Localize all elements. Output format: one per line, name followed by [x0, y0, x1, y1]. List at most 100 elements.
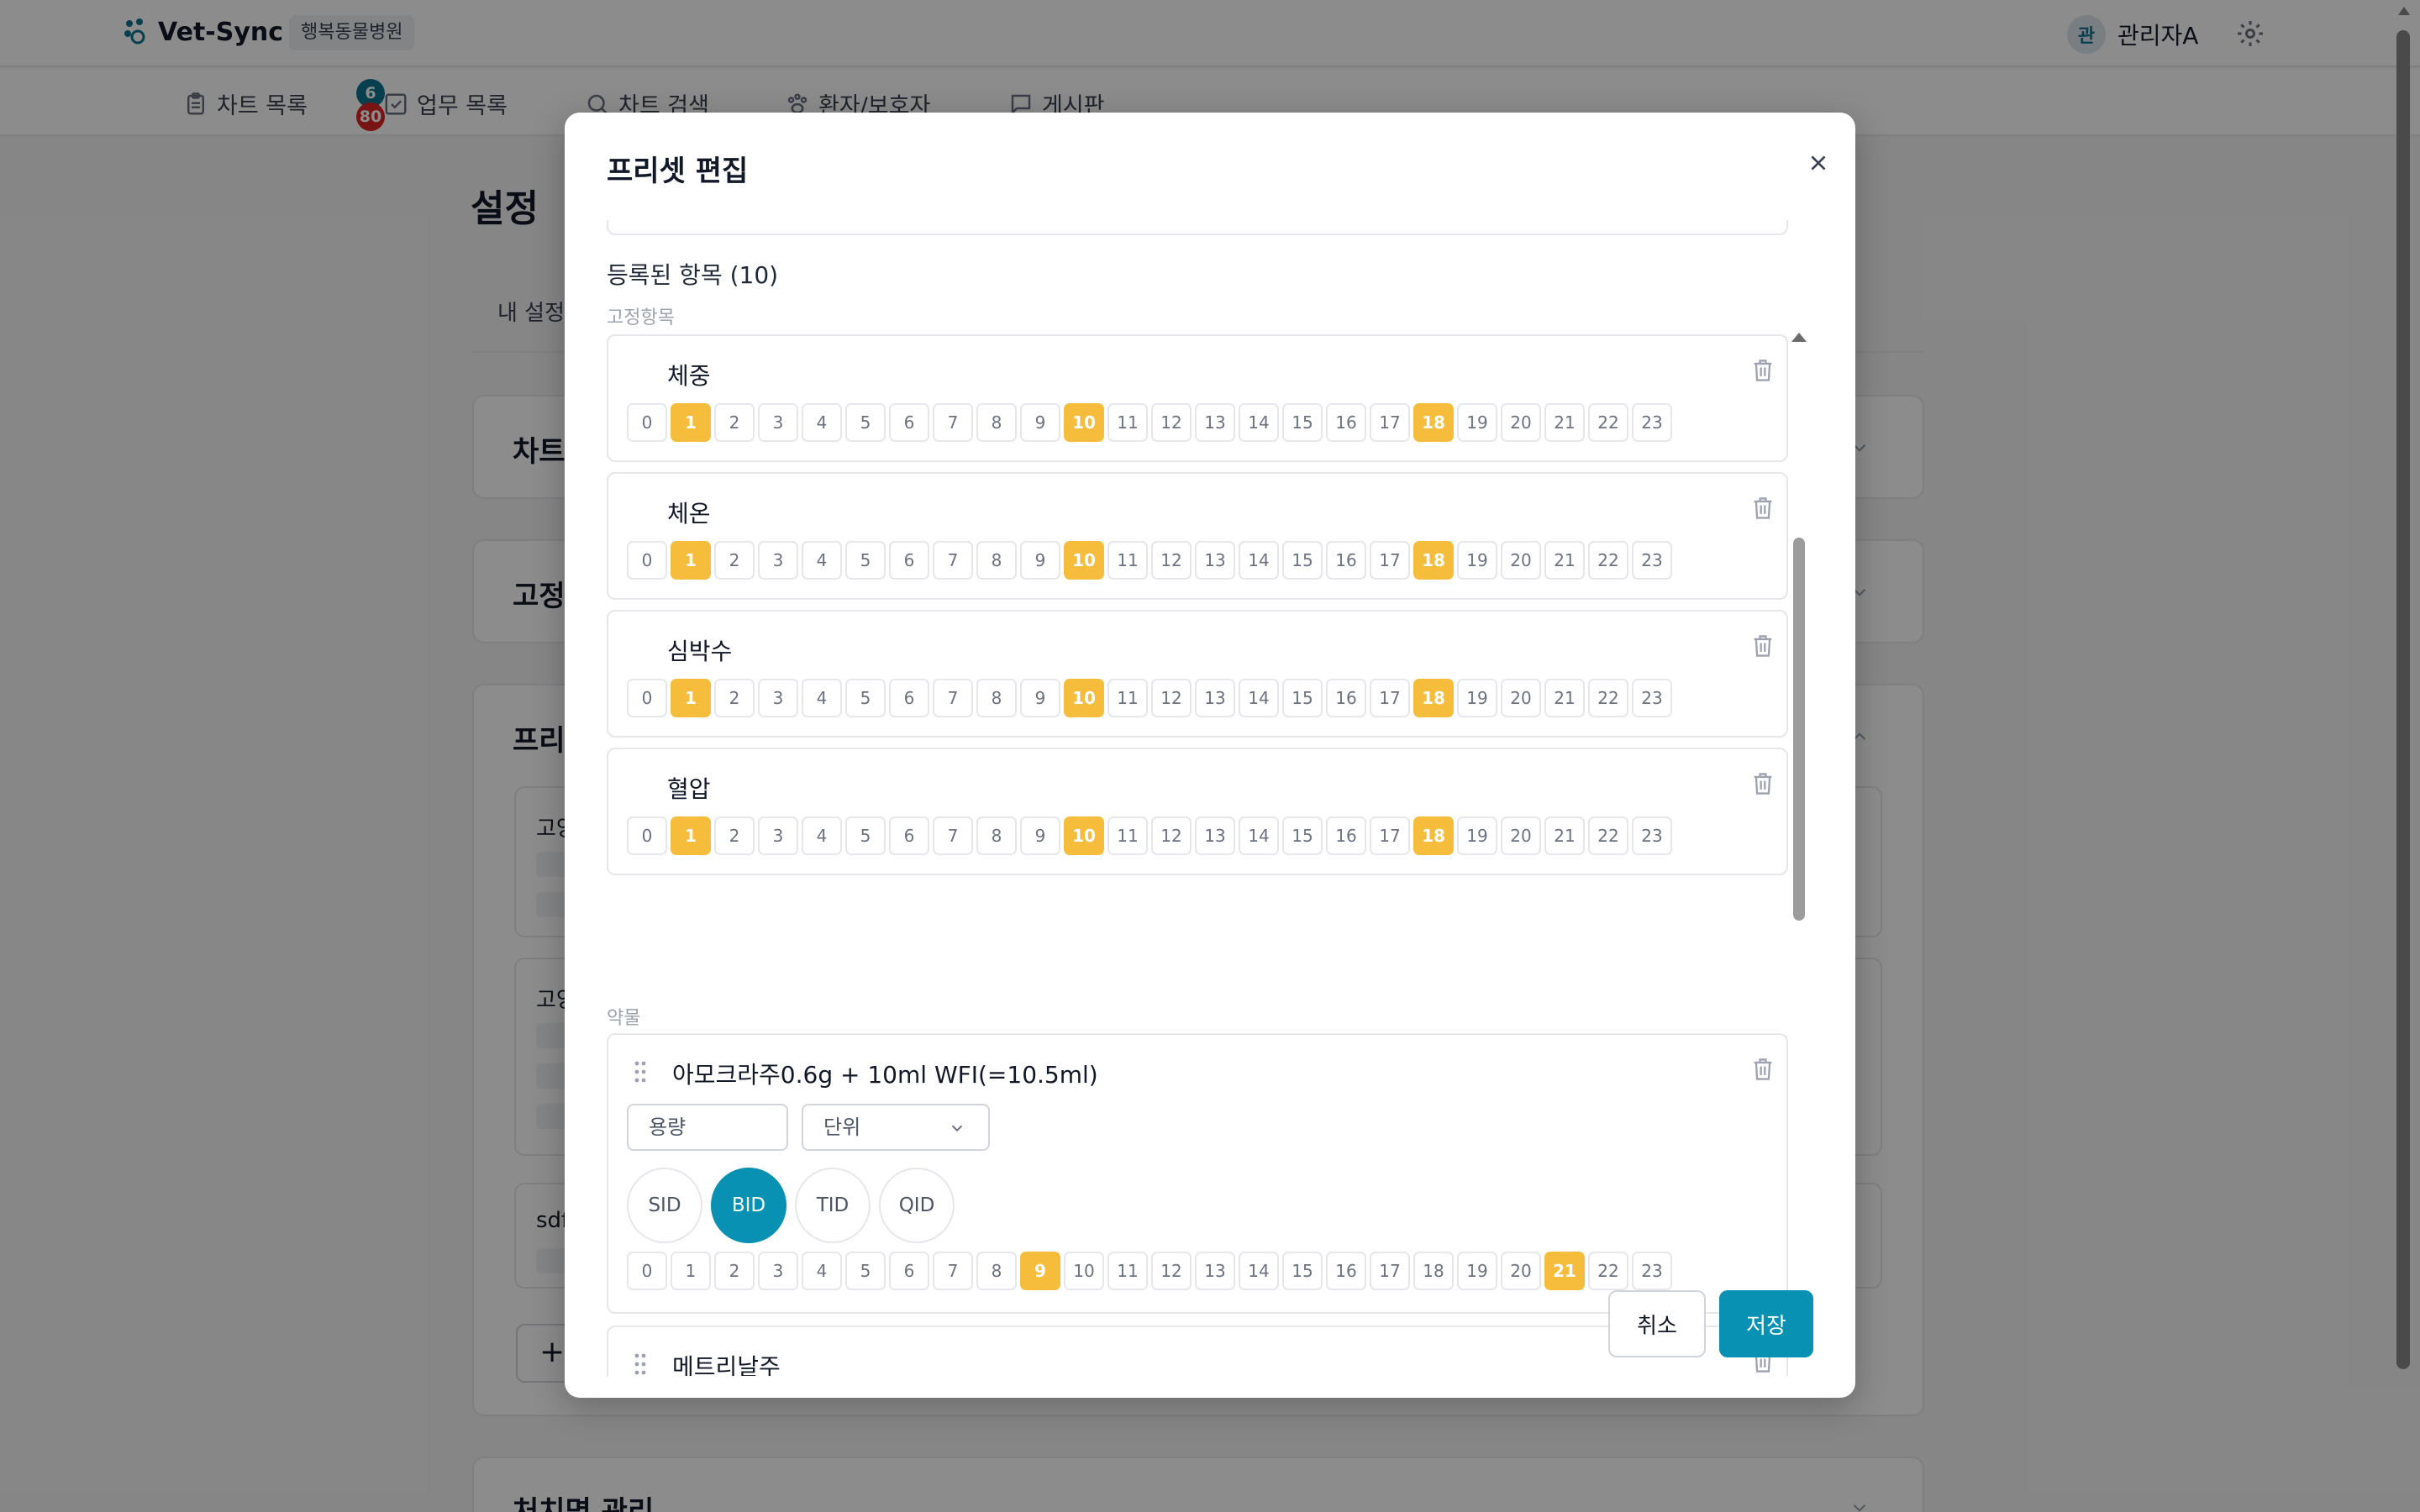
hour-23-toggle[interactable]: 23: [1632, 816, 1672, 855]
hour-19-toggle[interactable]: 19: [1457, 816, 1497, 855]
hour-17-toggle[interactable]: 17: [1370, 541, 1410, 580]
hour-22-toggle[interactable]: 22: [1588, 679, 1628, 717]
hour-16-toggle[interactable]: 16: [1326, 816, 1366, 855]
hour-21-toggle[interactable]: 21: [1544, 541, 1585, 580]
hour-6-toggle[interactable]: 6: [889, 679, 929, 717]
hour-7-toggle[interactable]: 7: [933, 679, 973, 717]
hour-10-toggle[interactable]: 10: [1064, 816, 1104, 855]
modal-scrollbar[interactable]: [1791, 220, 1807, 1376]
hour-22-toggle[interactable]: 22: [1588, 541, 1628, 580]
hour-13-toggle[interactable]: 13: [1195, 679, 1235, 717]
modal-scroll-thumb[interactable]: [1793, 538, 1805, 921]
hour-11-toggle[interactable]: 11: [1107, 541, 1148, 580]
hour-22-toggle[interactable]: 22: [1588, 403, 1628, 442]
hour-21-toggle[interactable]: 21: [1544, 816, 1585, 855]
hour-14-toggle[interactable]: 14: [1239, 1252, 1279, 1290]
hour-23-toggle[interactable]: 23: [1632, 679, 1672, 717]
hour-4-toggle[interactable]: 4: [802, 816, 842, 855]
hour-1-toggle[interactable]: 1: [671, 403, 711, 442]
hour-0-toggle[interactable]: 0: [627, 403, 667, 442]
page-scroll-up-arrow[interactable]: [2398, 7, 2410, 15]
hour-12-toggle[interactable]: 12: [1151, 679, 1192, 717]
hour-10-toggle[interactable]: 10: [1064, 679, 1104, 717]
hour-3-toggle[interactable]: 3: [758, 541, 798, 580]
hour-8-toggle[interactable]: 8: [976, 541, 1017, 580]
hour-14-toggle[interactable]: 14: [1239, 679, 1279, 717]
hour-23-toggle[interactable]: 23: [1632, 1252, 1672, 1290]
hour-0-toggle[interactable]: 0: [627, 679, 667, 717]
hour-2-toggle[interactable]: 2: [714, 541, 755, 580]
frequency-qid-button[interactable]: QID: [879, 1168, 955, 1243]
hour-13-toggle[interactable]: 13: [1195, 541, 1235, 580]
drag-handle-icon[interactable]: [634, 1060, 647, 1084]
hour-5-toggle[interactable]: 5: [845, 679, 886, 717]
hour-10-toggle[interactable]: 10: [1064, 1252, 1104, 1290]
hour-15-toggle[interactable]: 15: [1282, 816, 1323, 855]
drag-handle-icon[interactable]: [634, 1352, 647, 1376]
hour-3-toggle[interactable]: 3: [758, 816, 798, 855]
hour-1-toggle[interactable]: 1: [671, 816, 711, 855]
hour-17-toggle[interactable]: 17: [1370, 1252, 1410, 1290]
hour-19-toggle[interactable]: 19: [1457, 541, 1497, 580]
frequency-sid-button[interactable]: SID: [627, 1168, 702, 1243]
hour-14-toggle[interactable]: 14: [1239, 403, 1279, 442]
hour-11-toggle[interactable]: 11: [1107, 403, 1148, 442]
trash-icon[interactable]: [1751, 1057, 1775, 1082]
hour-17-toggle[interactable]: 17: [1370, 679, 1410, 717]
close-button[interactable]: [1798, 143, 1839, 183]
hour-3-toggle[interactable]: 3: [758, 403, 798, 442]
hour-3-toggle[interactable]: 3: [758, 1252, 798, 1290]
hour-3-toggle[interactable]: 3: [758, 679, 798, 717]
hour-13-toggle[interactable]: 13: [1195, 816, 1235, 855]
hour-11-toggle[interactable]: 11: [1107, 816, 1148, 855]
hour-12-toggle[interactable]: 12: [1151, 816, 1192, 855]
hour-4-toggle[interactable]: 4: [802, 679, 842, 717]
hour-1-toggle[interactable]: 1: [671, 1252, 711, 1290]
hour-4-toggle[interactable]: 4: [802, 541, 842, 580]
hour-5-toggle[interactable]: 5: [845, 403, 886, 442]
hour-8-toggle[interactable]: 8: [976, 679, 1017, 717]
hour-9-toggle[interactable]: 9: [1020, 541, 1060, 580]
hour-9-toggle[interactable]: 9: [1020, 679, 1060, 717]
hour-15-toggle[interactable]: 15: [1282, 541, 1323, 580]
hour-9-toggle[interactable]: 9: [1020, 1252, 1060, 1290]
hour-19-toggle[interactable]: 19: [1457, 679, 1497, 717]
trash-icon[interactable]: [1751, 358, 1775, 383]
hour-20-toggle[interactable]: 20: [1501, 679, 1541, 717]
hour-21-toggle[interactable]: 21: [1544, 1252, 1585, 1290]
hour-11-toggle[interactable]: 11: [1107, 679, 1148, 717]
hour-10-toggle[interactable]: 10: [1064, 541, 1104, 580]
hour-2-toggle[interactable]: 2: [714, 679, 755, 717]
hour-1-toggle[interactable]: 1: [671, 679, 711, 717]
hour-13-toggle[interactable]: 13: [1195, 1252, 1235, 1290]
trash-icon[interactable]: [1751, 633, 1775, 659]
hour-5-toggle[interactable]: 5: [845, 1252, 886, 1290]
hour-20-toggle[interactable]: 20: [1501, 816, 1541, 855]
hour-20-toggle[interactable]: 20: [1501, 1252, 1541, 1290]
hour-2-toggle[interactable]: 2: [714, 1252, 755, 1290]
hour-15-toggle[interactable]: 15: [1282, 679, 1323, 717]
hour-7-toggle[interactable]: 7: [933, 816, 973, 855]
unit-select[interactable]: 단위: [802, 1104, 990, 1151]
hour-20-toggle[interactable]: 20: [1501, 541, 1541, 580]
hour-23-toggle[interactable]: 23: [1632, 403, 1672, 442]
hour-20-toggle[interactable]: 20: [1501, 403, 1541, 442]
hour-2-toggle[interactable]: 2: [714, 403, 755, 442]
hour-9-toggle[interactable]: 9: [1020, 403, 1060, 442]
preset-name-field[interactable]: [607, 220, 1788, 235]
hour-6-toggle[interactable]: 6: [889, 403, 929, 442]
hour-6-toggle[interactable]: 6: [889, 816, 929, 855]
frequency-tid-button[interactable]: TID: [795, 1168, 871, 1243]
hour-5-toggle[interactable]: 5: [845, 541, 886, 580]
hour-21-toggle[interactable]: 21: [1544, 403, 1585, 442]
hour-12-toggle[interactable]: 12: [1151, 541, 1192, 580]
hour-22-toggle[interactable]: 22: [1588, 816, 1628, 855]
hour-17-toggle[interactable]: 17: [1370, 403, 1410, 442]
hour-19-toggle[interactable]: 19: [1457, 1252, 1497, 1290]
dose-input[interactable]: 용량: [627, 1104, 788, 1151]
hour-16-toggle[interactable]: 16: [1326, 679, 1366, 717]
hour-0-toggle[interactable]: 0: [627, 1252, 667, 1290]
hour-13-toggle[interactable]: 13: [1195, 403, 1235, 442]
hour-14-toggle[interactable]: 14: [1239, 816, 1279, 855]
hour-16-toggle[interactable]: 16: [1326, 1252, 1366, 1290]
